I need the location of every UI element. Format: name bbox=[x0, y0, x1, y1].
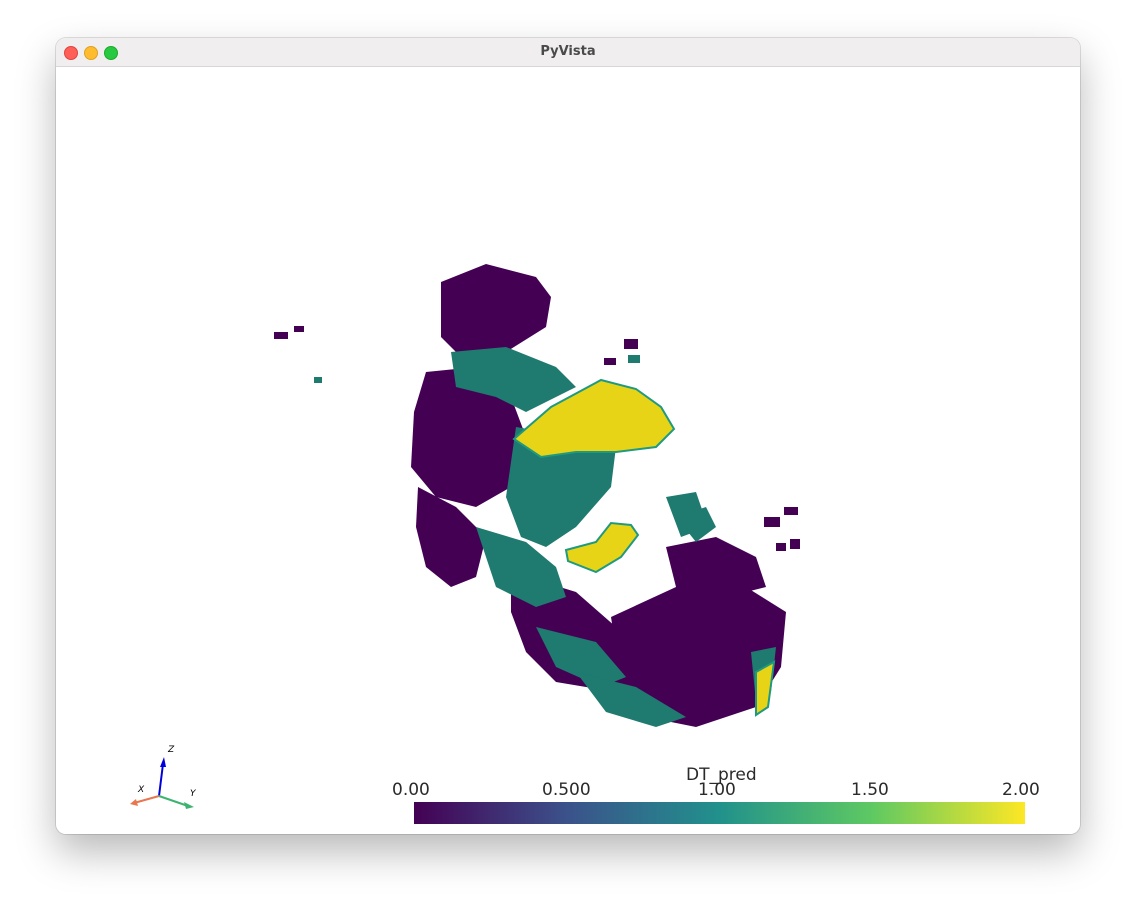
voxel-mesh[interactable] bbox=[56, 67, 1080, 834]
title-bar[interactable]: PyVista bbox=[56, 38, 1080, 67]
scalar-bar-tick: 1.50 bbox=[851, 780, 889, 800]
y-axis-arrow bbox=[184, 802, 194, 809]
scalar-bar-gradient bbox=[414, 802, 1025, 824]
y-axis-line bbox=[158, 795, 189, 807]
scalar-bar-tick: 1.00 bbox=[698, 780, 736, 800]
render-viewport[interactable]: DT_pred 0.00 0.500 1.00 1.50 2.00 Z X Y bbox=[56, 67, 1080, 834]
x-axis-arrow bbox=[130, 799, 138, 806]
x-axis-label: X bbox=[138, 785, 145, 795]
z-axis-arrow bbox=[160, 757, 166, 767]
scalar-bar-tick: 0.500 bbox=[542, 780, 591, 800]
z-axis-line bbox=[158, 763, 164, 797]
z-axis-label: Z bbox=[168, 745, 175, 755]
window-title: PyVista bbox=[540, 44, 596, 59]
scalar-bar-tick: 2.00 bbox=[1002, 780, 1040, 800]
pyvista-window: PyVista DT_pred 0.00 0.500 1.00 1.50 2.0… bbox=[56, 38, 1080, 834]
x-axis-line bbox=[133, 795, 160, 804]
scalar-bar-tick: 0.00 bbox=[392, 780, 430, 800]
y-axis-label: Y bbox=[190, 789, 196, 799]
